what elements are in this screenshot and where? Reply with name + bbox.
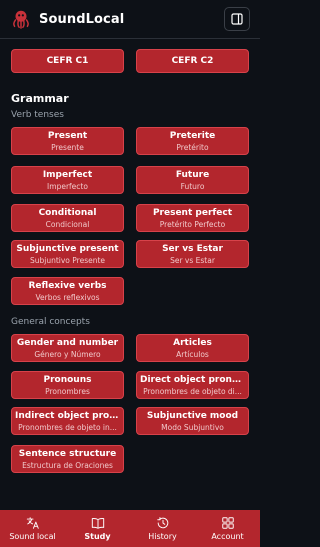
nav-label: Account	[211, 532, 244, 541]
topic-button-present-perfect[interactable]: Present perfect Pretérito Perfecto	[136, 204, 249, 232]
topic-label: Present perfect	[152, 208, 233, 218]
topic-sublabel: Pretérito	[176, 143, 209, 152]
topic-sublabel: Estructura de Oraciones	[22, 461, 113, 470]
topic-button-subjunctive-mood[interactable]: Subjunctive mood Modo Subjuntivo	[136, 407, 249, 435]
book-icon	[91, 518, 104, 529]
topic-button-reflexive-verbs[interactable]: Reflexive verbs Verbos reflexivos	[11, 277, 124, 305]
topic-sublabel: Presente	[51, 143, 84, 152]
topic-label: Articles	[173, 338, 212, 348]
topic-sublabel: Pronombres	[45, 387, 90, 396]
nav-item-history[interactable]: History	[130, 510, 195, 547]
topic-button-articles[interactable]: Articles Artículos	[136, 334, 249, 362]
topic-sublabel: Ser vs Estar	[170, 256, 215, 265]
translate-icon	[26, 517, 39, 529]
topic-button-preterite[interactable]: Preterite Pretérito	[136, 127, 249, 155]
bottom-nav: Sound local Study History Account	[0, 510, 260, 547]
topic-label: Preterite	[169, 131, 216, 141]
topic-sublabel: Subjuntivo Presente	[29, 256, 106, 265]
level-button-c1[interactable]: CEFR C1	[11, 49, 124, 73]
nav-label: Study	[84, 532, 111, 541]
topic-label: Imperfect	[42, 170, 93, 180]
general-concepts-title: General concepts	[11, 317, 90, 327]
topic-sublabel: Modo Subjuntivo	[161, 423, 224, 432]
sidebar-toggle-button[interactable]	[224, 7, 250, 31]
topic-sublabel: Artículos	[176, 350, 209, 359]
topic-button-subjunctive-present[interactable]: Subjunctive present Subjuntivo Presente	[11, 240, 124, 268]
sidebar-icon	[231, 13, 243, 25]
verb-tenses-title: Verb tenses	[11, 110, 64, 120]
topic-button-direct-object-pronouns[interactable]: Direct object pronouns Pronombres de obj…	[136, 371, 249, 399]
topic-button-imperfect[interactable]: Imperfect Imperfecto	[11, 166, 124, 194]
topic-button-ser-vs-estar[interactable]: Ser vs Estar Ser vs Estar	[136, 240, 249, 268]
topic-label: Direct object pronouns	[140, 375, 248, 385]
topic-label: Reflexive verbs	[28, 281, 107, 291]
topic-label: Ser vs Estar	[162, 244, 223, 254]
level-button-c2[interactable]: CEFR C2	[136, 49, 249, 73]
history-icon	[156, 517, 168, 529]
grammar-title: Grammar	[11, 92, 69, 105]
nav-label: History	[148, 532, 177, 541]
topic-button-indirect-object-pronouns[interactable]: Indirect object prono... Pronombres de o…	[11, 407, 124, 435]
topic-button-gender-number[interactable]: Gender and number Género y Número	[11, 334, 124, 362]
nav-item-study[interactable]: Study	[65, 510, 130, 547]
grid-icon	[221, 517, 234, 529]
topic-sublabel: Condicional	[45, 220, 90, 229]
topic-sublabel: Pronombres de objeto in...	[18, 423, 117, 432]
topic-label: Pronouns	[43, 375, 92, 385]
level-label: CEFR C2	[171, 56, 214, 66]
nav-label: Sound local	[9, 532, 56, 541]
topic-label: Present	[47, 131, 88, 141]
topic-button-conditional[interactable]: Conditional Condicional	[11, 204, 124, 232]
study-content: CEFR C1 CEFR C2 Grammar Verb tenses Pres…	[0, 39, 260, 510]
topic-sublabel: Pretérito Perfecto	[159, 220, 226, 229]
topic-label: Gender and number	[16, 338, 119, 348]
topic-label: Subjunctive present	[16, 244, 119, 254]
app-title: SoundLocal	[39, 11, 125, 27]
topic-sublabel: Verbos reflexivos	[35, 293, 100, 302]
app-header: SoundLocal	[0, 0, 260, 38]
topic-button-pronouns[interactable]: Pronouns Pronombres	[11, 371, 124, 399]
topic-button-sentence-structure[interactable]: Sentence structure Estructura de Oracion…	[11, 445, 124, 473]
nav-item-sound-local[interactable]: Sound local	[0, 510, 65, 547]
topic-sublabel: Género y Número	[34, 350, 101, 359]
topic-sublabel: Imperfecto	[47, 182, 88, 191]
level-label: CEFR C1	[46, 56, 89, 66]
topic-label: Sentence structure	[18, 449, 117, 459]
topic-button-future[interactable]: Future Futuro	[136, 166, 249, 194]
topic-label: Subjunctive mood	[146, 411, 239, 421]
topic-label: Indirect object prono...	[15, 411, 123, 421]
nav-item-account[interactable]: Account	[195, 510, 260, 547]
topic-sublabel: Pronombres de objeto di...	[143, 387, 242, 396]
topic-label: Conditional	[38, 208, 97, 218]
octopus-logo-icon	[13, 10, 29, 29]
topic-label: Future	[175, 170, 210, 180]
topic-button-present[interactable]: Present Presente	[11, 127, 124, 155]
topic-sublabel: Futuro	[180, 182, 205, 191]
